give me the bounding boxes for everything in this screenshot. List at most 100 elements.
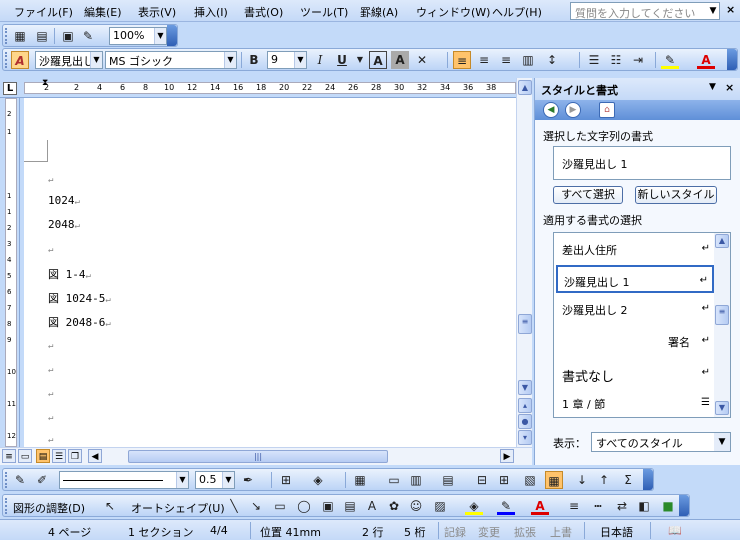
toolbar-grip[interactable] bbox=[5, 28, 8, 44]
line-spacing-icon[interactable]: ↕ bbox=[543, 51, 561, 69]
status-record[interactable]: 記録 bbox=[444, 524, 466, 540]
vertical-ruler[interactable]: 2 1 1 1 2 3 4 5 6 7 8 9 10 11 12 bbox=[0, 98, 20, 447]
style-item-heading-2[interactable]: 沙羅見出し 2 ↵ bbox=[556, 295, 714, 323]
select-arrow-icon[interactable]: ↖ bbox=[101, 497, 119, 515]
new-style-button[interactable]: 新しいスタイル bbox=[635, 186, 717, 204]
toolbar-options-icon[interactable] bbox=[167, 25, 177, 46]
char-shading-icon[interactable]: A bbox=[391, 51, 409, 69]
borders-icon[interactable]: ⊞ bbox=[277, 471, 295, 489]
highlight-icon[interactable]: ✎ bbox=[661, 51, 679, 69]
align-cell-icon[interactable]: ▤ bbox=[439, 471, 457, 489]
help-search-input[interactable]: 質問を入力してください bbox=[570, 2, 720, 20]
styles-pane-icon[interactable]: A bbox=[11, 51, 29, 69]
oval-icon[interactable]: ◯ bbox=[295, 497, 313, 515]
normal-view-icon[interactable]: ≡ bbox=[2, 449, 16, 463]
line-weight-select[interactable]: 0.5 ▼ bbox=[195, 471, 235, 489]
table-grid-icon[interactable]: ▦ bbox=[11, 27, 29, 45]
list-scrollbar[interactable]: ▲ ≡ ▼ bbox=[714, 233, 730, 417]
chevron-down-icon[interactable]: ▼ bbox=[706, 3, 720, 19]
italic-button[interactable]: I bbox=[311, 51, 329, 69]
vertical-scrollbar[interactable]: ▲ ≡ ▼ ▴ ● ▾ bbox=[516, 78, 532, 447]
font-color-icon[interactable]: A bbox=[697, 51, 715, 69]
shading-icon[interactable]: ◈ bbox=[309, 471, 327, 489]
distribute-cols-icon[interactable]: ⊞ bbox=[495, 471, 513, 489]
prev-page-icon[interactable]: ▴ bbox=[518, 398, 532, 413]
char-scale-icon[interactable]: ✕ bbox=[413, 51, 431, 69]
char-border-icon[interactable]: A bbox=[369, 51, 387, 69]
scroll-down-icon[interactable]: ▼ bbox=[518, 380, 532, 395]
line-color-icon[interactable]: ✎ bbox=[497, 497, 515, 515]
sort-asc-icon[interactable]: ↓ bbox=[573, 471, 591, 489]
arrow-icon[interactable]: ↘ bbox=[247, 497, 265, 515]
horizontal-scrollbar[interactable]: ≡ ▭ ▤ ☰ ❐ ◀ ||| ▶ bbox=[0, 447, 532, 465]
scroll-thumb[interactable]: ≡ bbox=[518, 314, 532, 334]
style-item-no-format[interactable]: 書式なし ↵ bbox=[556, 359, 714, 387]
distributed-icon[interactable]: ▥ bbox=[519, 51, 537, 69]
menu-tools[interactable]: ツール(T) bbox=[300, 4, 348, 20]
dash-style-icon[interactable]: ┅ bbox=[589, 497, 607, 515]
menu-window[interactable]: ウィンドウ(W) bbox=[416, 4, 490, 20]
chevron-down-icon[interactable]: ▼ bbox=[351, 51, 369, 69]
style-select[interactable]: 沙羅見出し ▼ bbox=[35, 51, 103, 69]
font-color-icon[interactable]: A bbox=[531, 497, 549, 515]
bold-button[interactable]: B bbox=[245, 51, 263, 69]
eraser-icon[interactable]: ✐ bbox=[33, 471, 51, 489]
menu-insert[interactable]: 挿入(I) bbox=[194, 4, 228, 20]
adjust-shapes-menu[interactable]: 図形の調整(D) bbox=[13, 500, 85, 516]
font-select[interactable]: MS ゴシック ▼ bbox=[105, 51, 237, 69]
menu-format[interactable]: 書式(O) bbox=[244, 4, 283, 20]
shadow-icon[interactable]: ◧ bbox=[635, 497, 653, 515]
align-center-icon[interactable]: ≡ bbox=[475, 51, 493, 69]
web-view-icon[interactable]: ▭ bbox=[18, 449, 32, 463]
status-overtype[interactable]: 上書 bbox=[550, 524, 572, 540]
vertical-textbox-icon[interactable]: ▤ bbox=[341, 497, 359, 515]
home-icon[interactable]: ⌂ bbox=[599, 102, 615, 118]
clipart-icon[interactable]: ☺ bbox=[407, 497, 425, 515]
spelling-status-icon[interactable]: 📖 bbox=[668, 524, 682, 537]
scroll-right-icon[interactable]: ▶ bbox=[500, 449, 514, 463]
scroll-up-icon[interactable]: ▲ bbox=[715, 234, 729, 248]
forward-arrow-icon[interactable]: ▶ bbox=[565, 102, 581, 118]
sort-desc-icon[interactable]: ↑ bbox=[595, 471, 613, 489]
status-extend[interactable]: 拡張 bbox=[514, 524, 536, 540]
reading-view-icon[interactable]: ❐ bbox=[68, 449, 82, 463]
indent-marker-icon[interactable]: ⧗ bbox=[42, 78, 48, 88]
wordart-icon[interactable]: A bbox=[363, 497, 381, 515]
textbox-icon[interactable]: ▣ bbox=[319, 497, 337, 515]
status-track[interactable]: 変更 bbox=[478, 524, 500, 540]
align-right-icon[interactable]: ≡ bbox=[497, 51, 515, 69]
autoformat-icon[interactable]: ▧ bbox=[521, 471, 539, 489]
select-all-button[interactable]: すべて選択 bbox=[553, 186, 623, 204]
menu-table[interactable]: 罫線(A) bbox=[360, 4, 398, 20]
menu-help[interactable]: ヘルプ(H) bbox=[492, 4, 542, 20]
draw-table-icon[interactable]: ✎ bbox=[11, 471, 29, 489]
style-item-chapter[interactable]: 1 章 / 節 ☰ bbox=[556, 389, 714, 417]
horizontal-ruler[interactable]: 2 2 4 6 8 10 12 14 16 18 20 22 24 26 28 … bbox=[0, 78, 516, 98]
fill-color-icon[interactable]: ◈ bbox=[465, 497, 483, 515]
show-select[interactable]: すべてのスタイル ▼ bbox=[591, 432, 731, 452]
autosum-icon[interactable]: Σ bbox=[619, 471, 637, 489]
zoom-select[interactable]: 100% ▼ bbox=[109, 27, 167, 45]
line-style-select[interactable]: ▼ bbox=[59, 471, 189, 489]
close-icon[interactable]: × bbox=[725, 81, 734, 94]
merge-cells-icon[interactable]: ▭ bbox=[385, 471, 403, 489]
scroll-thumb[interactable]: ≡ bbox=[715, 305, 729, 325]
insert-table-icon[interactable]: ▦ bbox=[351, 471, 369, 489]
browse-object-icon[interactable]: ● bbox=[518, 414, 532, 429]
scroll-thumb[interactable]: ||| bbox=[128, 450, 388, 463]
underline-button[interactable]: U bbox=[333, 51, 351, 69]
scroll-down-icon[interactable]: ▼ bbox=[715, 401, 729, 415]
menu-view[interactable]: 表示(V) bbox=[138, 4, 176, 20]
frame-icon[interactable]: ▣ bbox=[59, 27, 77, 45]
close-icon[interactable]: × bbox=[726, 3, 735, 16]
bullets-icon[interactable]: ☷ bbox=[607, 51, 625, 69]
arrow-style-icon[interactable]: ⇄ bbox=[613, 497, 631, 515]
indent-icon[interactable]: ⇥ bbox=[629, 51, 647, 69]
document-page[interactable]: ↵ 1024↵ 2048↵ ↵ 図 1-4↵ 図 1024-5↵ 図 2048-… bbox=[24, 98, 516, 447]
format-painter-icon[interactable]: ✎ bbox=[79, 27, 97, 45]
toolbar-options-icon[interactable] bbox=[727, 49, 737, 70]
menu-edit[interactable]: 編集(E) bbox=[84, 4, 122, 20]
diagram-icon[interactable]: ✿ bbox=[385, 497, 403, 515]
tab-selector[interactable]: L bbox=[3, 82, 17, 95]
autoshape-menu[interactable]: オートシェイプ(U) bbox=[131, 500, 225, 516]
